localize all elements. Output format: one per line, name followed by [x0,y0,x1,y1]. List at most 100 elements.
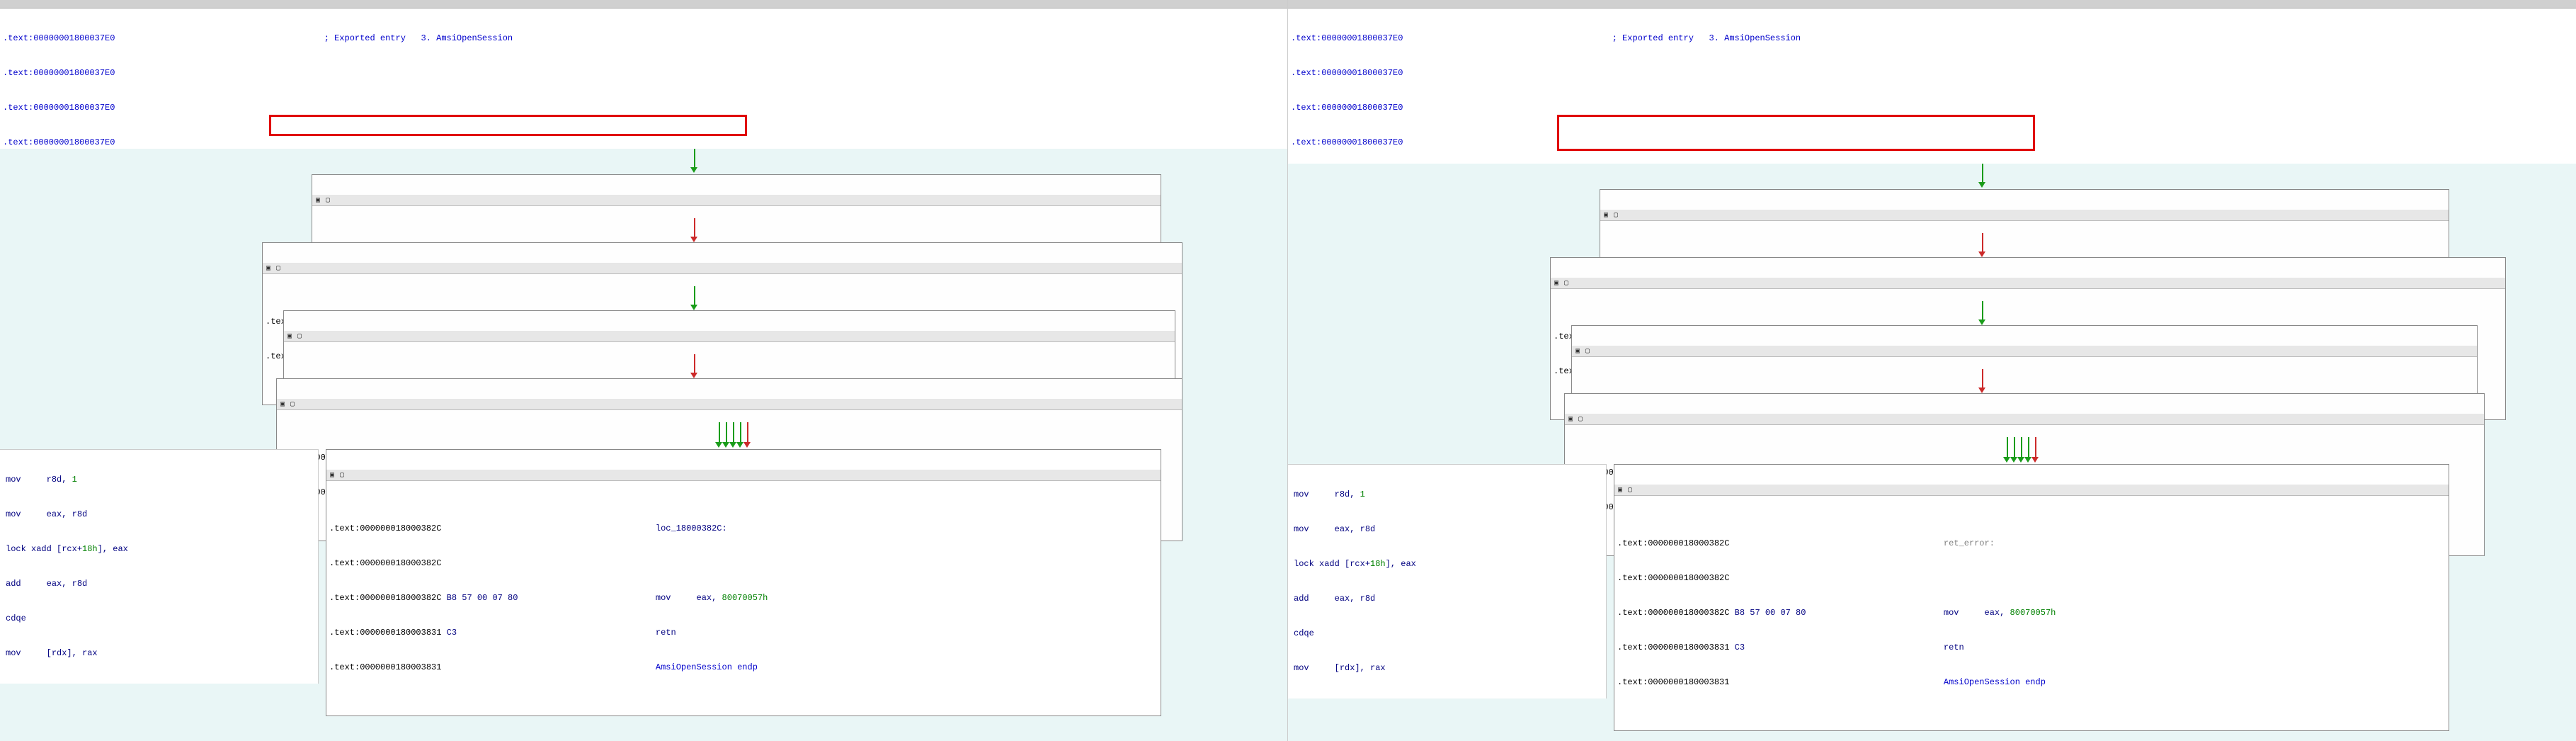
retn: retn [1944,643,1964,652]
ops-pre: eax, [697,593,722,603]
graph-view-left[interactable]: ▣ ▢ .text:00000001800037E5 48 85 C9 test… [0,149,1287,741]
ops-pre: r8d, [1335,490,1360,499]
addr: .text:0000000180003831 [329,662,441,672]
bytes: C3 [447,628,457,638]
ops-val: 1 [72,475,77,485]
operands: eax, r8d [1335,594,1376,604]
label: ret_error: [1944,538,1995,548]
ops-val: 1 [1360,490,1365,499]
node-header: ▣ ▢ [1600,210,2449,221]
addr: .text:000000018000382C [1617,573,1729,583]
addr: .text:00000001800037E0 [3,103,115,113]
endp: AmsiOpenSession endp [1944,677,2046,687]
collapse-icon[interactable]: ▣ [1566,415,1575,424]
mnemonic: lock xadd [6,544,52,554]
graph-node-success[interactable]: mov r8d, 1 mov eax, r8d lock xadd [rcx+1… [1288,464,1607,698]
collapse-icon[interactable]: ▣ [1616,486,1624,494]
addr: .text:000000018000382C [1617,608,1729,618]
expand-icon[interactable]: ▢ [1562,279,1571,288]
operands: eax, r8d [47,509,88,519]
node-header: ▣ ▢ [277,399,1182,410]
addr: .text:0000000180003831 [1617,643,1729,652]
addr: .text:00000001800037E0 [3,137,115,147]
ops-suf: ], eax [98,544,128,554]
mnemonic: mov [6,475,21,485]
ops-pre: [rcx+ [57,544,82,554]
expand-icon[interactable]: ▢ [1576,415,1585,424]
ida-pane-right[interactable]: .text:00000001800037E0 ; Exported entry … [1288,0,2576,741]
expand-icon[interactable]: ▢ [338,471,346,480]
addr: .text:0000000180003831 [329,628,441,638]
collapse-icon[interactable]: ▣ [285,332,294,341]
addr: .text:000000018000382C [1617,538,1729,548]
node-header: ▣ ▢ [326,470,1161,481]
mnemonic: mov [1944,608,1959,618]
ida-pane-left[interactable]: .text:00000001800037E0 ; Exported entry … [0,0,1288,741]
mnemonic: add [1294,594,1309,604]
mnemonic: lock xadd [1294,559,1340,569]
expand-icon[interactable]: ▢ [274,264,283,273]
node-header: ▣ ▢ [284,331,1175,342]
expand-icon[interactable]: ▢ [1612,211,1620,220]
node-header: ▣ ▢ [263,263,1182,274]
expand-icon[interactable]: ▢ [295,332,304,341]
collapse-icon[interactable]: ▣ [1602,211,1610,220]
collapse-icon[interactable]: ▣ [314,196,322,205]
node-header: ▣ ▢ [1551,278,2505,289]
titlebar [0,0,1287,9]
graph-node-error[interactable]: ▣ ▢ .text:000000018000382C loc_18000382C… [326,449,1161,716]
mnemonic: mov [1294,490,1309,499]
node-header: ▣ ▢ [1572,346,2477,357]
node-header: ▣ ▢ [312,195,1161,206]
bytes: B8 57 00 07 80 [447,593,518,603]
ops-val: 80070057h [2010,608,2056,618]
mnemonic: mov [1294,663,1309,673]
collapse-icon[interactable]: ▣ [1552,279,1561,288]
graph-node-success[interactable]: mov r8d, 1 mov eax, r8d lock xadd [rcx+1… [0,449,319,684]
comment: ; Exported entry 3. AmsiOpenSession [324,33,513,43]
collapse-icon[interactable]: ▣ [264,264,273,273]
endp: AmsiOpenSession endp [656,662,758,672]
mnemonic: cdqe [6,613,26,623]
graph-view-right[interactable]: ▣ ▢ .text:00000001800037E5 48 85 C9 test… [1288,164,2576,741]
ops-pre: eax, [1985,608,2010,618]
graph-node-error[interactable]: ▣ ▢ .text:000000018000382C ret_error: .t… [1614,464,2449,731]
ops-num: 18h [82,544,98,554]
addr: .text:000000018000382C [329,558,441,568]
addr: .text:000000018000382C [329,593,441,603]
ops-num: 18h [1370,559,1386,569]
addr: .text:00000001800037E0 [3,68,115,78]
label: loc_18000382C: [656,524,727,533]
operands: eax, r8d [47,579,88,589]
expand-icon[interactable]: ▢ [288,400,297,409]
addr: .text:00000001800037E0 [1291,103,1403,113]
titlebar [1288,0,2576,9]
comment: ; Exported entry 3. AmsiOpenSession [1612,33,1801,43]
ops-pre: [rcx+ [1345,559,1370,569]
mnemonic: add [6,579,21,589]
mnemonic: mov [6,509,21,519]
ops-val: 80070057h [722,593,768,603]
operands: [rdx], rax [1335,663,1386,673]
mnemonic: mov [656,593,671,603]
expand-icon[interactable]: ▢ [1583,347,1592,356]
addr: .text:00000001800037E0 [1291,33,1403,43]
mnemonic: cdqe [1294,628,1314,638]
mnemonic: mov [6,648,21,658]
mnemonic: mov [1294,524,1309,534]
retn: retn [656,628,676,638]
addr: .text:0000000180003831 [1617,677,1729,687]
operands: [rdx], rax [47,648,98,658]
ops-pre: r8d, [47,475,72,485]
expand-icon[interactable]: ▢ [324,196,332,205]
addr: .text:00000001800037E0 [1291,137,1403,147]
collapse-icon[interactable]: ▣ [328,471,336,480]
collapse-icon[interactable]: ▣ [278,400,287,409]
expand-icon[interactable]: ▢ [1626,486,1634,494]
bytes: C3 [1735,643,1745,652]
node-header: ▣ ▢ [1565,414,2484,425]
collapse-icon[interactable]: ▣ [1573,347,1582,356]
addr: .text:00000001800037E0 [1291,68,1403,78]
ops-suf: ], eax [1386,559,1416,569]
operands: eax, r8d [1335,524,1376,534]
